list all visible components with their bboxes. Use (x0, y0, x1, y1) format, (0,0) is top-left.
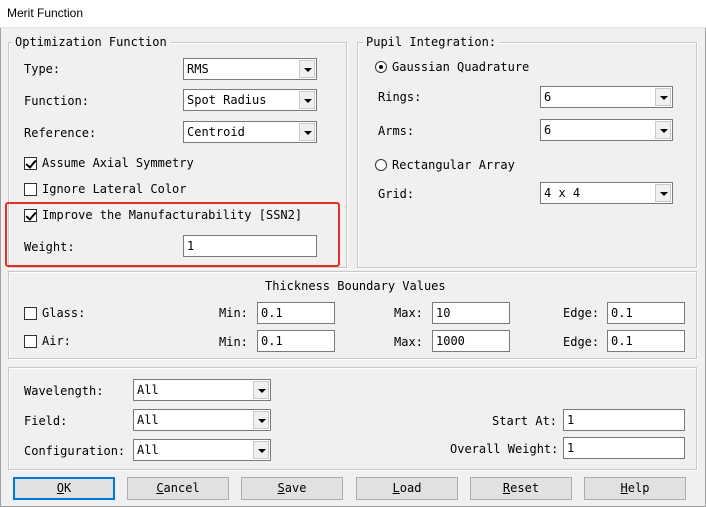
pupil-integration-legend: Pupil Integration: (363, 35, 500, 49)
start-at-value: 1 (567, 413, 575, 427)
help-mnemonic: H (620, 481, 628, 495)
rings-label: Rings: (378, 90, 422, 104)
wavelength-dropdown-value: All (137, 383, 159, 397)
cancel-button[interactable]: Cancel (127, 477, 229, 500)
reset-button[interactable]: Reset (470, 477, 572, 500)
air-edge-value: 0.1 (611, 334, 633, 348)
air-label[interactable]: Air: (42, 334, 71, 348)
function-label: Function: (24, 94, 90, 108)
ok-label-rest: K (64, 481, 72, 495)
rings-dropdown-value: 6 (544, 90, 552, 104)
air-max-label: Max: (394, 335, 423, 349)
overall-weight-label: Overall Weight: (450, 442, 559, 456)
cancel-label-rest: ancel (163, 481, 200, 495)
glass-edge-input[interactable]: 0.1 (607, 302, 685, 324)
chevron-down-icon[interactable] (299, 91, 315, 109)
function-dropdown-value: Spot Radius (187, 93, 267, 107)
chevron-down-icon[interactable] (655, 88, 671, 106)
window-title: Merit Function (7, 6, 84, 20)
field-label: Field: (24, 414, 68, 428)
assume-axial-symmetry-label[interactable]: Assume Axial Symmetry (42, 156, 194, 170)
start-at-input[interactable]: 1 (563, 409, 685, 431)
wavelength-label: Wavelength: (24, 384, 104, 398)
arms-dropdown-value: 6 (544, 123, 552, 137)
glass-min-input[interactable]: 0.1 (257, 302, 335, 324)
ok-mnemonic: O (56, 481, 64, 495)
air-min-input[interactable]: 0.1 (257, 330, 335, 352)
configuration-label: Configuration: (24, 444, 126, 458)
glass-min-label: Min: (219, 306, 248, 320)
grid-dropdown[interactable]: 4 x 4 (540, 182, 673, 204)
grid-label: Grid: (378, 187, 415, 201)
gaussian-quadrature-radio[interactable] (375, 61, 387, 73)
optimization-function-legend: Optimization Function (12, 35, 170, 49)
function-dropdown[interactable]: Spot Radius (183, 89, 317, 111)
configuration-dropdown-value: All (137, 443, 159, 457)
ignore-lateral-color-label[interactable]: Ignore Lateral Color (42, 182, 187, 196)
type-label: Type: (24, 62, 61, 76)
rectangular-array-radio[interactable] (375, 159, 387, 171)
assume-axial-symmetry-checkbox[interactable] (24, 157, 37, 170)
pupil-integration-group (357, 42, 697, 268)
chevron-down-icon[interactable] (253, 381, 269, 399)
air-max-value: 1000 (436, 334, 465, 348)
chevron-down-icon[interactable] (253, 411, 269, 429)
ignore-lateral-color-checkbox[interactable] (24, 183, 37, 196)
gaussian-quadrature-label[interactable]: Gaussian Quadrature (392, 60, 529, 74)
air-checkbox[interactable] (24, 335, 37, 348)
glass-max-value: 10 (436, 306, 451, 320)
chevron-down-icon[interactable] (299, 60, 315, 78)
chevron-down-icon[interactable] (655, 121, 671, 139)
save-mnemonic: S (277, 481, 285, 495)
glass-max-input[interactable]: 10 (432, 302, 510, 324)
field-dropdown[interactable]: All (133, 409, 271, 431)
air-edge-input[interactable]: 0.1 (607, 330, 685, 352)
chevron-down-icon[interactable] (655, 184, 671, 202)
help-button[interactable]: Help (584, 477, 686, 500)
wavelength-dropdown[interactable]: All (133, 379, 271, 401)
overall-weight-input[interactable]: 1 (563, 437, 685, 459)
reference-dropdown-value: Centroid (187, 125, 245, 139)
arms-label: Arms: (378, 124, 415, 138)
reference-label: Reference: (24, 126, 97, 140)
grid-dropdown-value: 4 x 4 (544, 186, 581, 200)
load-label-rest: oad (399, 481, 422, 495)
rings-dropdown[interactable]: 6 (540, 86, 673, 108)
start-at-label: Start At: (492, 414, 558, 428)
chevron-down-icon[interactable] (299, 123, 315, 141)
cancel-mnemonic: C (156, 481, 164, 495)
save-label-rest: ave (284, 481, 307, 495)
load-button[interactable]: Load (356, 477, 458, 500)
chevron-down-icon[interactable] (253, 441, 269, 459)
air-max-input[interactable]: 1000 (432, 330, 510, 352)
help-label-rest: elp (627, 481, 650, 495)
reset-label-rest: eset (510, 481, 540, 495)
glass-label[interactable]: Glass: (42, 306, 85, 320)
ok-button[interactable]: OK (13, 477, 115, 500)
rectangular-array-label[interactable]: Rectangular Array (392, 158, 515, 172)
air-edge-label: Edge: (563, 335, 600, 349)
air-min-label: Min: (219, 335, 248, 349)
reference-dropdown[interactable]: Centroid (183, 121, 317, 143)
save-button[interactable]: Save (241, 477, 343, 500)
glass-edge-label: Edge: (563, 306, 600, 320)
load-mnemonic: L (392, 481, 400, 495)
air-min-value: 0.1 (261, 334, 283, 348)
glass-max-label: Max: (394, 306, 423, 320)
type-dropdown-value: RMS (187, 62, 209, 76)
arms-dropdown[interactable]: 6 (540, 119, 673, 141)
manufacturability-highlight (5, 202, 340, 267)
field-dropdown-value: All (137, 413, 159, 427)
thickness-boundary-title: Thickness Boundary Values (265, 279, 446, 293)
glass-checkbox[interactable] (24, 307, 37, 320)
type-dropdown[interactable]: RMS (183, 58, 317, 80)
glass-edge-value: 0.1 (611, 306, 633, 320)
title-bar: Merit Function (0, 0, 706, 28)
glass-min-value: 0.1 (261, 306, 283, 320)
overall-weight-value: 1 (567, 441, 575, 455)
configuration-dropdown[interactable]: All (133, 439, 271, 461)
